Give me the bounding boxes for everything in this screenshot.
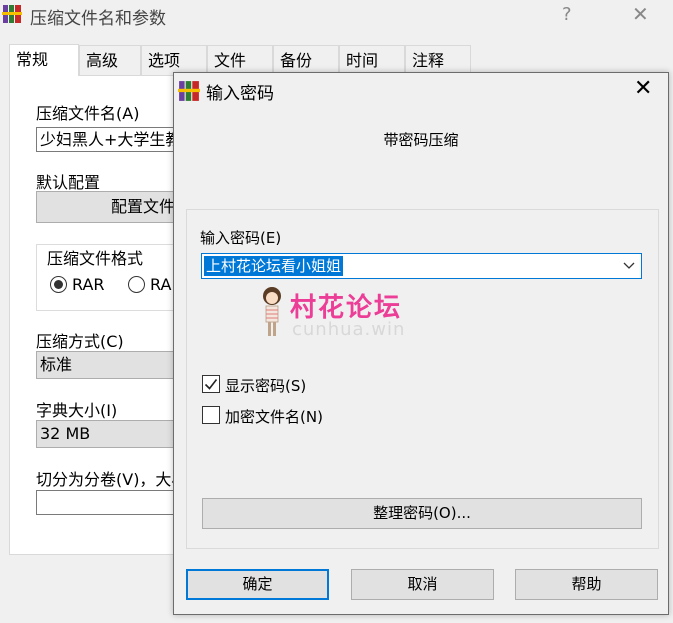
dialog-title: 输入密码 [206, 84, 274, 104]
show-password-checkbox[interactable] [202, 375, 220, 393]
encrypt-names-checkbox[interactable] [202, 406, 220, 424]
split-label: 切分为分卷(V)，大小 [36, 470, 188, 489]
watermark-subtext: cunhua.win [292, 319, 406, 340]
tab-advanced[interactable]: 高级 [79, 45, 141, 75]
close-icon[interactable]: ✕ [632, 2, 649, 26]
profile-label: 默认配置 [36, 173, 101, 192]
encrypt-names-label: 加密文件名(N) [225, 408, 323, 426]
watermark-mascot-icon [263, 287, 281, 336]
method-label: 压缩方式(C) [36, 332, 124, 351]
window-title: 压缩文件名和参数 [30, 9, 166, 29]
method-select[interactable]: 标准 [36, 351, 196, 379]
show-password-label: 显示密码(S) [225, 377, 307, 395]
tab-options[interactable]: 选项 [141, 45, 207, 75]
winrar-icon [2, 5, 22, 23]
format-label: 压缩文件格式 [44, 245, 147, 269]
tab-comment[interactable]: 注释 [405, 45, 471, 75]
radio-rar4[interactable] [128, 276, 145, 293]
tab-time[interactable]: 时间 [339, 45, 405, 75]
radio-rar[interactable] [50, 276, 67, 293]
password-label: 输入密码(E) [200, 229, 282, 247]
dict-select[interactable]: 32 MB [36, 420, 196, 448]
tab-backup[interactable]: 备份 [273, 45, 339, 75]
password-dialog: 输入密码 ✕ 带密码压缩 输入密码(E) 上村花论坛看小姐姐 村花论坛 cunh… [173, 72, 669, 615]
ok-button[interactable]: 确定 [186, 569, 329, 600]
tab-general[interactable]: 常规 [9, 44, 79, 76]
help-button[interactable]: 帮助 [515, 569, 658, 600]
dialog-subtitle: 带密码压缩 [383, 131, 459, 149]
chevron-down-icon[interactable] [623, 255, 635, 281]
split-input[interactable] [36, 490, 196, 515]
organize-passwords-button[interactable]: 整理密码(O)... [202, 498, 642, 529]
radio-rar4-label: RA [150, 275, 172, 294]
profile-button[interactable]: 配置文件 [36, 191, 196, 223]
password-value: 上村花论坛看小姐姐 [204, 256, 344, 276]
winrar-icon [178, 81, 200, 101]
password-input[interactable]: 上村花论坛看小姐姐 [201, 253, 642, 279]
tab-files[interactable]: 文件 [207, 45, 273, 75]
help-icon[interactable]: ? [562, 4, 572, 25]
close-icon[interactable]: ✕ [634, 76, 652, 101]
archive-name-label: 压缩文件名(A) [36, 104, 140, 123]
cancel-button[interactable]: 取消 [351, 569, 494, 600]
radio-rar-label: RAR [72, 275, 105, 294]
archive-name-input[interactable]: 少妇黑人+大学生教 [36, 127, 196, 152]
dict-label: 字典大小(I) [36, 401, 118, 420]
check-icon [204, 379, 218, 390]
